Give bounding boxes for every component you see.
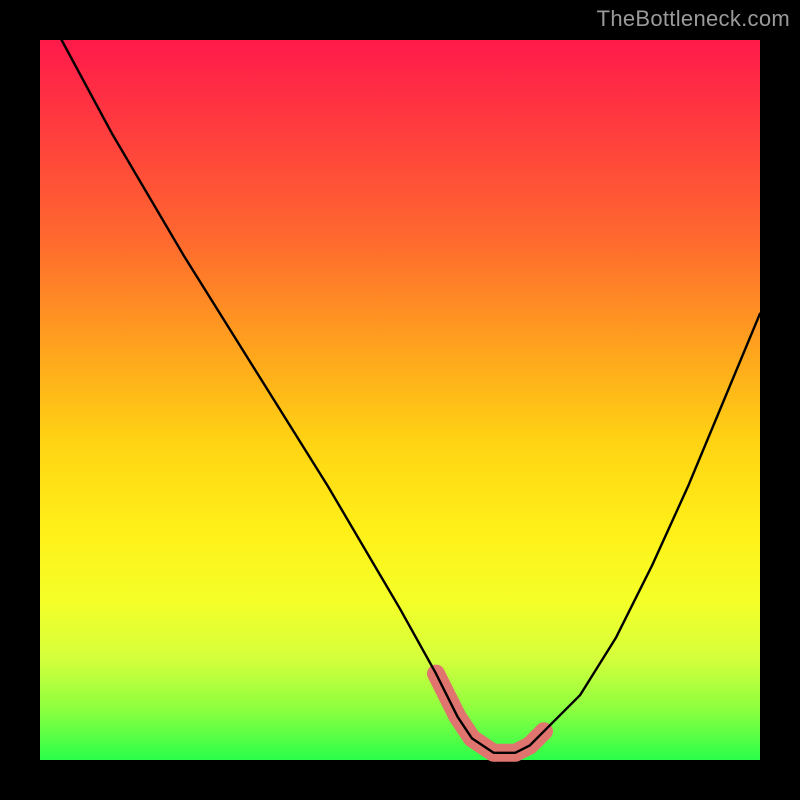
bottleneck-curve — [62, 40, 760, 753]
highlight-segment — [436, 674, 544, 753]
curve-layer — [40, 40, 760, 760]
plot-area — [40, 40, 760, 760]
chart-frame: TheBottleneck.com — [0, 0, 800, 800]
watermark-label: TheBottleneck.com — [597, 6, 790, 32]
